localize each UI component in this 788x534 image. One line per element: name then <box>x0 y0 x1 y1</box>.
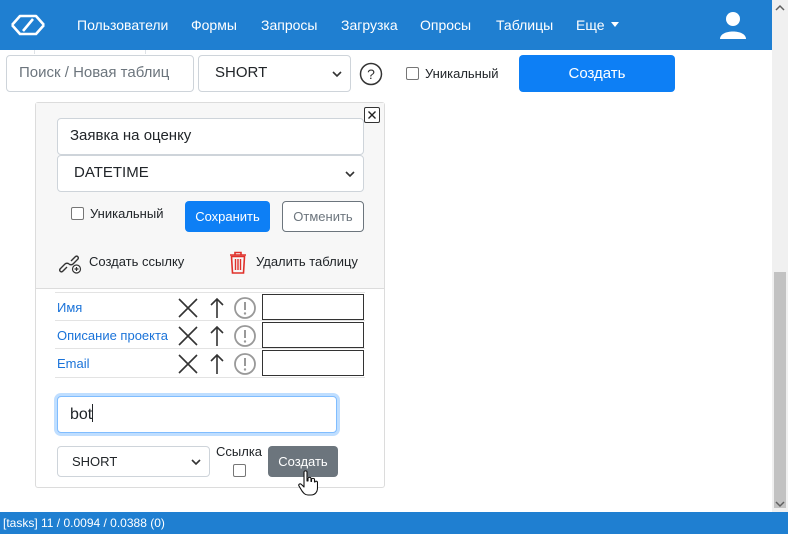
top-navbar: Пользователи Формы Запросы Загрузка Опро… <box>0 0 772 50</box>
new-field-type-value: SHORT <box>72 454 118 469</box>
link-add-icon[interactable] <box>58 250 82 274</box>
type-select[interactable]: SHORT <box>198 55 351 92</box>
help-icon[interactable]: ? <box>359 62 383 86</box>
delete-x-icon[interactable] <box>176 296 200 320</box>
type-select-value: SHORT <box>215 64 268 81</box>
arrow-up-icon[interactable] <box>205 352 229 376</box>
text-caret <box>92 404 94 422</box>
nav-requests[interactable]: Запросы <box>261 16 317 34</box>
scroll-down-icon[interactable] <box>772 496 788 512</box>
link-checkbox-label: Ссылка <box>216 444 263 459</box>
column-type-select[interactable]: DATETIME <box>57 155 364 192</box>
nav-forms[interactable]: Формы <box>191 16 237 34</box>
delete-x-icon[interactable] <box>176 352 200 376</box>
create-table-button[interactable]: Создать <box>519 55 675 92</box>
nav-more[interactable]: Еще <box>576 16 619 34</box>
close-icon[interactable] <box>364 107 380 123</box>
arrow-up-icon[interactable] <box>205 296 229 320</box>
nav-more-label: Еще <box>576 17 605 33</box>
row-separator <box>55 320 365 321</box>
row-separator <box>55 348 365 349</box>
unique-label: Уникальный <box>425 66 499 81</box>
svg-text:?: ? <box>367 66 375 82</box>
field-link-name[interactable]: Имя <box>57 300 82 315</box>
link-checkbox[interactable] <box>233 464 246 477</box>
chevron-down-icon <box>191 459 201 466</box>
tab-outline <box>34 50 146 54</box>
column-type-value: DATETIME <box>74 164 149 181</box>
field-link-email[interactable]: Email <box>57 356 90 371</box>
field-value-box[interactable] <box>262 294 364 320</box>
new-field-input[interactable]: bot <box>57 396 337 433</box>
save-button[interactable]: Сохранить <box>185 201 270 232</box>
logo-icon[interactable] <box>8 10 48 40</box>
checkbox-box[interactable] <box>71 207 84 220</box>
table-name-input[interactable]: Заявка на оценку <box>57 118 364 155</box>
row-separator <box>55 377 365 378</box>
field-value-box[interactable] <box>262 322 364 348</box>
chevron-down-icon <box>332 71 342 78</box>
scroll-up-icon[interactable] <box>772 0 788 16</box>
status-text: [tasks] 11 / 0.0094 / 0.0388 (0) <box>3 516 165 530</box>
chevron-down-icon <box>345 171 355 178</box>
panel-unique-checkbox[interactable]: Уникальный <box>71 206 163 221</box>
nav-upload[interactable]: Загрузка <box>341 16 398 34</box>
nav-tables[interactable]: Таблицы <box>496 16 553 34</box>
hand-cursor-icon <box>298 470 318 496</box>
create-link-label[interactable]: Создать ссылку <box>89 254 184 269</box>
cancel-button[interactable]: Отменить <box>282 201 364 232</box>
row-separator <box>55 292 365 293</box>
alert-icon[interactable] <box>233 352 257 376</box>
scrollbar-thumb[interactable] <box>774 272 786 508</box>
delete-table-label[interactable]: Удалить таблицу <box>256 254 358 269</box>
alert-icon[interactable] <box>233 324 257 348</box>
nav-surveys[interactable]: Опросы <box>420 16 471 34</box>
vertical-scrollbar[interactable] <box>772 0 788 512</box>
trash-icon[interactable] <box>226 250 250 274</box>
user-icon[interactable] <box>717 9 749 41</box>
checkbox-box[interactable] <box>406 67 419 80</box>
status-bar: [tasks] 11 / 0.0094 / 0.0388 (0) <box>0 512 788 534</box>
new-field-value: bot <box>70 406 93 423</box>
unique-checkbox[interactable]: Уникальный <box>406 66 498 81</box>
search-input[interactable]: Поиск / Новая таблиц <box>6 55 194 92</box>
delete-x-icon[interactable] <box>176 324 200 348</box>
alert-icon[interactable] <box>233 296 257 320</box>
arrow-up-icon[interactable] <box>205 324 229 348</box>
caret-down-icon <box>610 22 619 27</box>
panel-unique-label: Уникальный <box>90 206 164 221</box>
new-field-type-select[interactable]: SHORT <box>57 446 210 477</box>
nav-users[interactable]: Пользователи <box>77 16 168 34</box>
field-link-description[interactable]: Описание проекта <box>57 328 168 343</box>
field-value-box[interactable] <box>262 350 364 376</box>
